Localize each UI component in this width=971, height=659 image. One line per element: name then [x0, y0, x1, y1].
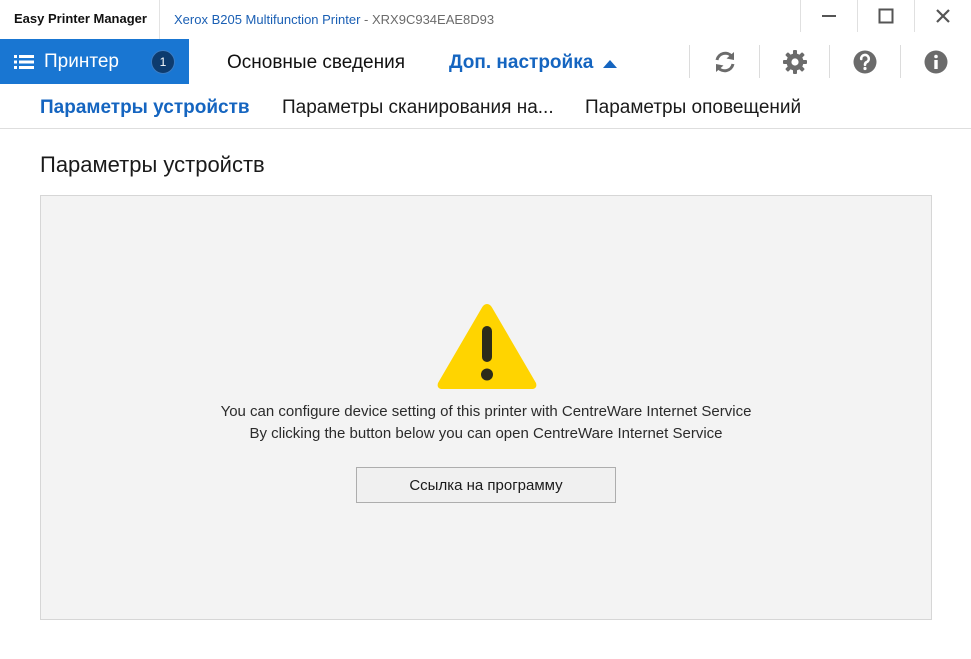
- main-nav: Принтер 1 Основные сведения Доп. настрой…: [0, 39, 971, 84]
- minimize-icon: [822, 15, 836, 17]
- list-icon: [14, 54, 34, 69]
- info-message-line-2: By clicking the button below you can ope…: [249, 425, 723, 442]
- printer-id: XRX9C934EAE8D93: [372, 12, 495, 27]
- page-title: Параметры устройств: [40, 152, 265, 177]
- maximize-icon: [878, 8, 894, 24]
- sub-nav: Параметры устройств Параметры сканирован…: [0, 84, 971, 129]
- maximize-button[interactable]: [857, 0, 914, 32]
- printer-model: Xerox B205 Multifunction Printer: [174, 12, 361, 27]
- info-icon: [924, 50, 947, 73]
- printer-title: Xerox B205 Multifunction Printer - XRX9C…: [174, 12, 494, 27]
- content-panel: You can configure device setting of this…: [40, 195, 932, 620]
- subtab-scan-settings[interactable]: Параметры сканирования на...: [282, 97, 554, 119]
- minimize-button[interactable]: [800, 0, 857, 32]
- close-button[interactable]: [914, 0, 971, 32]
- printer-separator: -: [360, 12, 372, 27]
- title-bar: Easy Printer Manager Xerox B205 Multifun…: [0, 0, 971, 39]
- tab-advanced-settings[interactable]: Доп. настройка: [449, 52, 618, 74]
- tab-overview[interactable]: Основные сведения: [227, 52, 405, 74]
- warning-icon: [437, 304, 537, 389]
- open-program-link-button[interactable]: Ссылка на программу: [356, 467, 616, 503]
- window-controls: [800, 0, 971, 32]
- help-icon: [853, 50, 876, 73]
- printer-count-badge: 1: [151, 50, 175, 74]
- printer-tab[interactable]: Принтер 1: [0, 39, 189, 84]
- title-divider: [159, 0, 160, 39]
- tab-advanced-label: Доп. настройка: [449, 52, 594, 73]
- info-button[interactable]: [900, 45, 970, 78]
- app-name: Easy Printer Manager: [14, 11, 147, 26]
- chevron-up-icon: [603, 59, 618, 68]
- settings-button[interactable]: [759, 45, 829, 78]
- close-icon: [936, 9, 950, 23]
- refresh-icon: [715, 51, 734, 72]
- subtab-device-settings[interactable]: Параметры устройств: [40, 97, 250, 119]
- subtab-alert-settings[interactable]: Параметры оповещений: [585, 97, 801, 119]
- printer-tab-label: Принтер: [44, 50, 119, 72]
- refresh-button[interactable]: [689, 45, 759, 78]
- help-button[interactable]: [829, 45, 899, 78]
- gear-icon: [782, 49, 807, 74]
- info-message-line-1: You can configure device setting of this…: [220, 403, 752, 420]
